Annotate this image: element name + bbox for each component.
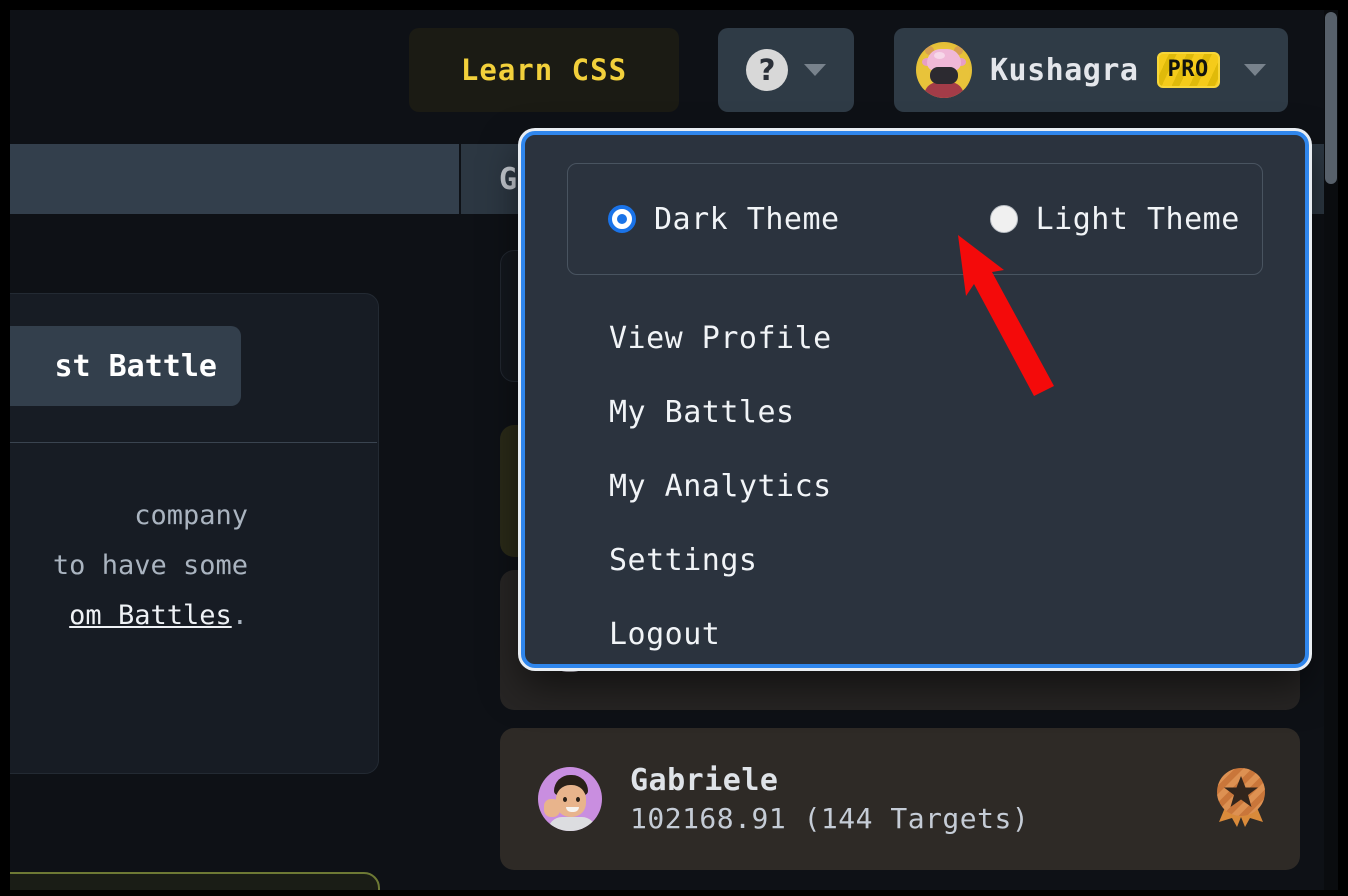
help-button[interactable]: ? — [718, 28, 854, 112]
sidebar-line-2: to have some — [52, 550, 248, 581]
theme-option-light[interactable]: Light Theme — [989, 201, 1240, 237]
profile-dropdown-menu: Dark Theme Light Theme View Profile My B… — [521, 131, 1309, 668]
profile-menu-list: View Profile My Battles My Analytics Set… — [567, 301, 1263, 671]
bronze-medal-icon — [1212, 766, 1270, 832]
leaderboard-card-4[interactable]: Gabriele 102168.91 (144 Targets) — [500, 728, 1300, 870]
menu-item-my-analytics[interactable]: My Analytics — [567, 449, 1263, 523]
table-row[interactable]: Gabriele 102168.91 (144 Targets) — [500, 728, 1300, 870]
menu-item-view-profile[interactable]: View Profile — [567, 301, 1263, 375]
sidebar-tab-bar[interactable] — [10, 144, 459, 214]
vertical-scrollbar-thumb[interactable] — [1325, 12, 1337, 184]
leaderboard-name: Gabriele — [630, 763, 779, 798]
cow-avatar-icon — [916, 42, 972, 98]
theme-option-dark[interactable]: Dark Theme — [608, 202, 840, 237]
radio-light-theme[interactable] — [989, 205, 1018, 233]
menu-item-my-battles[interactable]: My Battles — [567, 375, 1263, 449]
question-mark-icon: ? — [746, 49, 788, 91]
radio-dark-theme[interactable] — [608, 205, 636, 233]
theme-label-dark: Dark Theme — [654, 201, 840, 237]
host-battle-chip[interactable]: st Battle — [10, 326, 241, 406]
pro-badge: PRO — [1156, 52, 1220, 88]
avatar — [538, 767, 602, 831]
sidebar-description: company to have some om Battles. — [10, 491, 348, 641]
user-name: Kushagra — [990, 52, 1139, 88]
theme-label-light: Light Theme — [1035, 201, 1240, 237]
top-bar: Learn CSS ? Kushagra PRO — [10, 10, 1334, 128]
menu-item-logout[interactable]: Logout — [567, 597, 1263, 671]
theme-selector: Dark Theme Light Theme — [567, 163, 1263, 275]
chevron-down-icon — [804, 64, 826, 76]
menu-item-settings[interactable]: Settings — [567, 523, 1263, 597]
custom-battles-link[interactable]: om Battles — [69, 600, 232, 631]
sidebar-info-card: st Battle company to have some om Battle… — [10, 293, 379, 774]
user-menu-button[interactable]: Kushagra PRO — [894, 28, 1288, 112]
chevron-down-icon — [1244, 64, 1266, 76]
sidebar-divider — [10, 442, 377, 443]
sidebar-line-3: om Battles. — [10, 591, 248, 641]
sidebar-highlight-card — [10, 872, 380, 890]
leaderboard-score: 102168.91 (144 Targets) — [630, 802, 1030, 835]
sidebar-line-3-period: . — [231, 600, 248, 631]
learn-css-button[interactable]: Learn CSS — [409, 28, 679, 112]
app-frame: G st Battle company to have some om Batt… — [10, 10, 1334, 890]
sidebar-line-1: company — [134, 500, 248, 531]
